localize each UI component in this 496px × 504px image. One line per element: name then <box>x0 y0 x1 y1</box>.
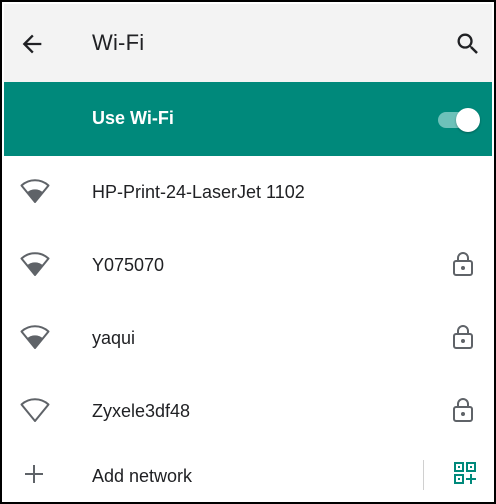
network-item[interactable]: yaqui <box>4 302 492 375</box>
network-name: Y075070 <box>92 255 165 275</box>
toggle-thumb <box>456 108 480 132</box>
wifi-signal-icon <box>20 252 50 276</box>
divider <box>423 460 424 490</box>
wifi-signal-icon <box>20 179 50 203</box>
lock-icon <box>453 252 473 276</box>
network-name: Zyxele3df48 <box>92 401 191 421</box>
lock-icon <box>453 398 473 422</box>
wifi-signal-icon <box>20 325 50 349</box>
network-name: HP-Print-24-LaserJet 1102 <box>92 182 305 202</box>
network-item[interactable]: Y075070 <box>4 229 492 302</box>
network-item[interactable]: Zyxele3df48 <box>4 375 492 448</box>
top-app-bar: Wi-Fi <box>4 4 492 82</box>
search-icon[interactable] <box>454 30 482 58</box>
use-wifi-toggle[interactable] <box>438 108 480 132</box>
wifi-settings-screen: Wi-Fi Use Wi-Fi HP-Print-24-LaserJet 110… <box>0 0 496 504</box>
use-wifi-row[interactable]: Use Wi-Fi <box>4 82 492 156</box>
network-list: HP-Print-24-LaserJet 1102 Y075070 yaqui <box>4 156 492 448</box>
use-wifi-label: Use Wi-Fi <box>92 108 174 128</box>
page-title: Wi-Fi <box>92 30 145 55</box>
qr-code-add-icon[interactable] <box>452 460 478 486</box>
plus-icon <box>25 465 43 483</box>
network-name: yaqui <box>92 328 136 348</box>
add-network-label: Add network <box>92 466 193 486</box>
wifi-signal-empty-icon <box>20 398 50 422</box>
lock-icon <box>453 325 473 349</box>
arrow-back-icon[interactable] <box>18 30 46 58</box>
network-item[interactable]: HP-Print-24-LaserJet 1102 <box>4 156 492 229</box>
add-network-row[interactable]: Add network <box>4 448 492 502</box>
